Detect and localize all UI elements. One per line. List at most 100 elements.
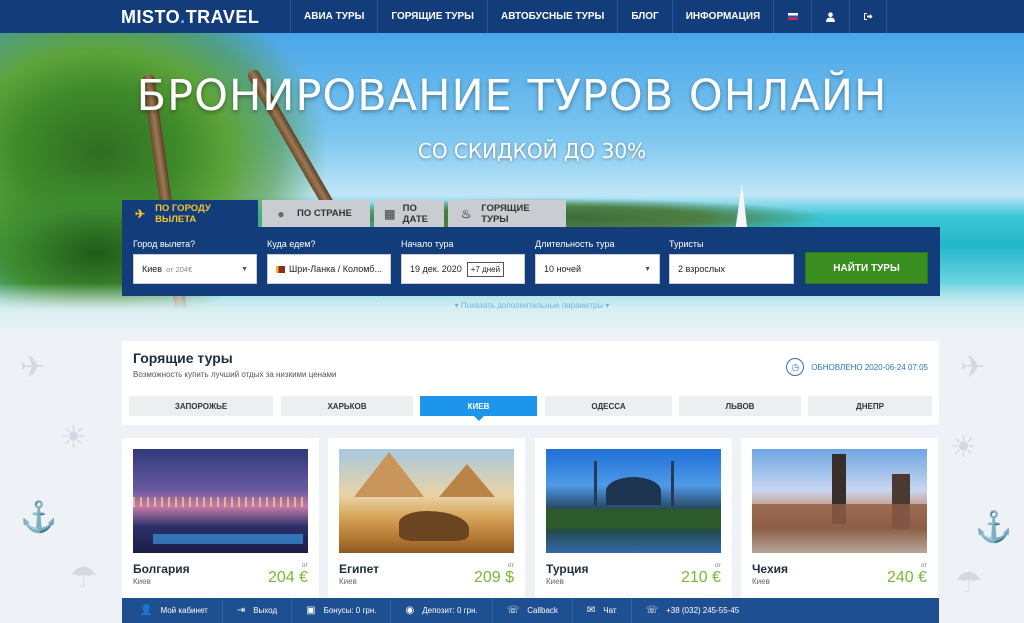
duration-select[interactable]: 10 ночей ▼ bbox=[535, 254, 660, 284]
tour-card-egypt[interactable]: Египет Киев от 209 $ bbox=[328, 438, 525, 598]
compass-icon: ✈ bbox=[20, 351, 46, 384]
suitcase-icon: ⚓ bbox=[975, 511, 1013, 544]
updated-timestamp: ◷ ОБНОВЛЕНО 2020-06-24 07:05 bbox=[786, 358, 928, 376]
chevron-down-icon: ▼ bbox=[644, 266, 651, 273]
tab-label: ГОРЯЩИЕ ТУРЫ bbox=[481, 202, 530, 225]
tour-price: 240 € bbox=[886, 569, 927, 586]
nav-menu: АВИА ТУРЫ ГОРЯЩИЕ ТУРЫ АВТОБУСНЫЕ ТУРЫ Б… bbox=[290, 0, 888, 33]
my-cabinet-button[interactable]: 👤 Мой кабинет bbox=[122, 598, 223, 623]
start-date-input[interactable]: 19 дек. 2020 +7 дней bbox=[401, 254, 525, 284]
tour-country: Болгария bbox=[133, 562, 190, 576]
chat-button[interactable]: ✉ Чат bbox=[573, 598, 632, 623]
nav-item-avia-tours[interactable]: АВИА ТУРЫ bbox=[290, 0, 377, 33]
tour-departure-city: Киев bbox=[752, 577, 770, 586]
duration-value: 10 ночей bbox=[544, 264, 582, 274]
callback-label: Callback bbox=[527, 606, 558, 615]
nav-item-bus-tours[interactable]: АВТОБУСНЫЕ ТУРЫ bbox=[486, 0, 617, 33]
hero-title: БРОНИРОВАНИЕ ТУРОВ ОНЛАЙН bbox=[136, 71, 888, 121]
tab-by-date[interactable]: ▦ ПО ДАТЕ bbox=[374, 200, 444, 227]
city-tabs: ЗАПОРОЖЬЕ ХАРЬКОВ КИЕВ ОДЕССА ЛЬВОВ ДНЕП… bbox=[129, 396, 932, 421]
destination-label: Куда едем? bbox=[267, 239, 316, 249]
departure-price-note: от 204€ bbox=[166, 264, 193, 274]
tourists-field: Туристы 2 взрослых bbox=[669, 239, 794, 284]
phone-number: +38 (032) 245-55-45 bbox=[666, 606, 740, 615]
top-navigation: MISTO.TRAVEL АВИА ТУРЫ ГОРЯЩИЕ ТУРЫ АВТО… bbox=[0, 0, 1024, 33]
tab-city-lvov[interactable]: ЛЬВОВ bbox=[679, 396, 801, 416]
tab-city-kiev[interactable]: КИЕВ bbox=[420, 396, 537, 421]
alarm-clock-icon: ◷ bbox=[786, 358, 805, 376]
search-tabs: ✈ ПО ГОРОДУ ВЫЛЕТА ● ПО СТРАНЕ ▦ ПО ДАТЕ… bbox=[122, 200, 570, 227]
destination-input[interactable]: Шри-Ланка / Коломб... bbox=[267, 254, 391, 284]
nav-item-info[interactable]: ИНФОРМАЦИЯ bbox=[671, 0, 774, 33]
plane-icon: ✈ bbox=[135, 206, 146, 221]
location-pin-icon: ● bbox=[277, 206, 285, 221]
tour-departure-city: Киев bbox=[546, 577, 564, 586]
logout-icon bbox=[864, 13, 873, 20]
chevron-down-icon: ▼ bbox=[241, 266, 248, 273]
tour-country: Египет bbox=[339, 562, 380, 576]
tab-label: ПО ДАТЕ bbox=[402, 202, 428, 225]
tourists-value: 2 взрослых bbox=[678, 264, 726, 274]
ship-icon: ☂ bbox=[955, 566, 982, 599]
logout-button[interactable] bbox=[849, 0, 888, 33]
tab-city-dnepr[interactable]: ДНЕПР bbox=[808, 396, 932, 416]
logout-button[interactable]: ⇥ Выход bbox=[223, 598, 293, 623]
destination-field: Куда едем? Шри-Ланка / Коломб... bbox=[267, 239, 391, 284]
tab-city-zaporozhye[interactable]: ЗАПОРОЖЬЕ bbox=[129, 396, 273, 416]
phone-icon: ☏ bbox=[506, 605, 520, 616]
tour-card-czech[interactable]: Чехия Киев от 240 € bbox=[741, 438, 938, 598]
logo[interactable]: MISTO.TRAVEL bbox=[121, 7, 259, 28]
logout-label: Выход bbox=[253, 606, 278, 615]
tourists-input[interactable]: 2 взрослых bbox=[669, 254, 794, 284]
tab-label: ПО СТРАНЕ bbox=[297, 208, 352, 219]
deposit-button[interactable]: ◉ Депозит: 0 грн. bbox=[391, 598, 493, 623]
tour-card-turkey[interactable]: Турция Киев от 210 € bbox=[535, 438, 732, 598]
user-button[interactable] bbox=[811, 0, 849, 33]
tab-label: ПО ГОРОДУ ВЫЛЕТА bbox=[155, 202, 211, 225]
tab-by-departure-city[interactable]: ✈ ПО ГОРОДУ ВЫЛЕТА bbox=[122, 200, 258, 227]
date-flex-badge[interactable]: +7 дней bbox=[466, 261, 505, 277]
flame-icon: ♨ bbox=[460, 206, 472, 221]
tour-price: 209 $ bbox=[473, 569, 514, 586]
bonuses-label: Бонусы: 0 грн. bbox=[323, 606, 377, 615]
tab-hot-tours[interactable]: ♨ ГОРЯЩИЕ ТУРЫ bbox=[448, 200, 566, 227]
tab-city-odessa[interactable]: ОДЕССА bbox=[545, 396, 672, 416]
phone-number-link[interactable]: ☏ +38 (032) 245-55-45 bbox=[632, 598, 754, 623]
globe-icon: ☀ bbox=[60, 421, 87, 454]
find-tours-button[interactable]: НАЙТИ ТУРЫ bbox=[805, 252, 928, 284]
chat-label: Чат bbox=[603, 606, 617, 615]
tour-card-bulgaria[interactable]: Болгария Киев от 204 € bbox=[122, 438, 319, 598]
section-title: Горящие туры bbox=[133, 350, 233, 366]
phone-icon: ☏ bbox=[645, 605, 659, 616]
search-form: Город вылета? Киев от 204€ ▼ Куда едем? … bbox=[122, 227, 940, 296]
start-date-value: 19 дек. 2020 bbox=[410, 264, 462, 274]
language-button[interactable] bbox=[773, 0, 811, 33]
bonuses-button[interactable]: ▣ Бонусы: 0 грн. bbox=[292, 598, 392, 623]
tour-photo-egypt bbox=[339, 449, 514, 553]
destination-value: Шри-Ланка / Коломб... bbox=[289, 264, 382, 274]
nav-item-blog[interactable]: БЛОГ bbox=[617, 0, 671, 33]
nav-item-hot-tours[interactable]: ГОРЯЩИЕ ТУРЫ bbox=[377, 0, 487, 33]
start-date-label: Начало тура bbox=[401, 239, 454, 249]
deposit-label: Депозит: 0 грн. bbox=[422, 606, 478, 615]
logo-text-left: MISTO bbox=[121, 7, 181, 27]
updated-text: ОБНОВЛЕНО 2020-06-24 07:05 bbox=[811, 362, 928, 372]
duration-label: Длительность тура bbox=[535, 239, 615, 249]
tab-by-country[interactable]: ● ПО СТРАНЕ bbox=[262, 200, 370, 227]
departure-select[interactable]: Киев от 204€ ▼ bbox=[133, 254, 257, 284]
flag-ru-icon bbox=[787, 13, 798, 20]
tab-city-kharkov[interactable]: ХАРЬКОВ bbox=[281, 396, 413, 416]
tour-photo-turkey bbox=[546, 449, 721, 553]
callback-button[interactable]: ☏ Callback bbox=[493, 598, 573, 623]
tour-price: 210 € bbox=[680, 569, 721, 586]
departure-field: Город вылета? Киев от 204€ ▼ bbox=[133, 239, 257, 284]
departure-value: Киев bbox=[142, 264, 163, 274]
tour-departure-city: Киев bbox=[339, 577, 357, 586]
flag-sri-lanka-icon bbox=[276, 265, 285, 273]
bus-icon: ✈ bbox=[960, 351, 986, 384]
bottom-toolbar: 👤 Мой кабинет ⇥ Выход ▣ Бонусы: 0 грн. ◉… bbox=[122, 598, 939, 623]
my-cabinet-label: Мой кабинет bbox=[160, 606, 208, 615]
user-icon: 👤 bbox=[140, 605, 153, 616]
more-params-link[interactable]: ▾ Показать дополнительные параметры ▾ bbox=[0, 301, 1024, 310]
logout-icon: ⇥ bbox=[236, 605, 246, 616]
